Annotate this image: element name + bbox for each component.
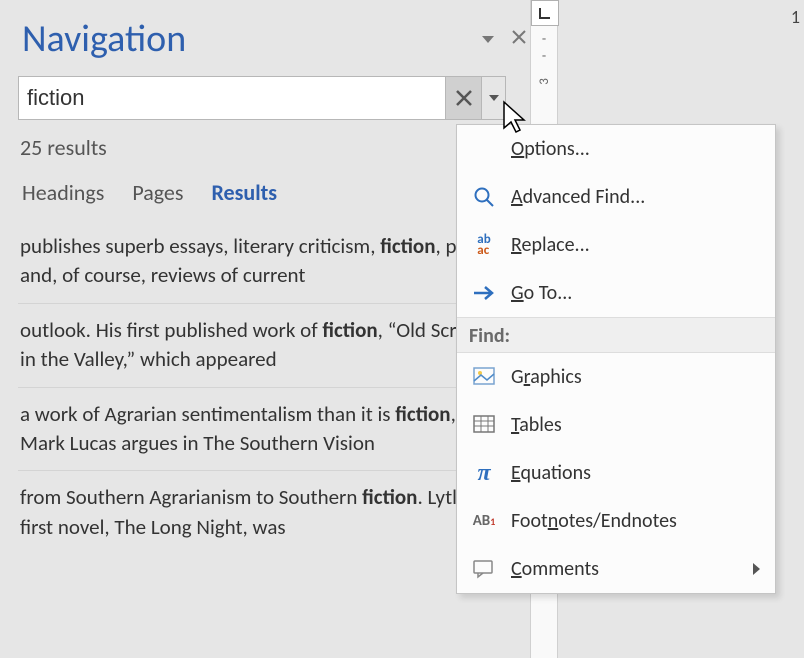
- menu-label: Graphics: [511, 365, 582, 389]
- table-icon: [471, 415, 497, 435]
- menu-label: Replace...: [511, 233, 590, 257]
- menu-label: Advanced Find...: [511, 185, 645, 209]
- pane-menu-icon[interactable]: [482, 30, 494, 49]
- menu-label: Equations: [511, 461, 591, 485]
- menu-find-graphics[interactable]: Graphics: [457, 353, 775, 401]
- menu-options[interactable]: Options...: [457, 125, 775, 173]
- result-match: fiction: [362, 484, 417, 510]
- result-text: from Southern Agrarianism to Southern: [20, 484, 362, 510]
- replace-icon: abac: [471, 234, 497, 256]
- navigation-pane: Navigation 25 results Headings Pages Res…: [0, 0, 524, 658]
- graphics-icon: [471, 367, 497, 387]
- menu-label: Comments: [511, 557, 599, 581]
- result-text: a work of Agrarian sentimentalism than i…: [20, 401, 395, 427]
- menu-find-tables[interactable]: Tables: [457, 401, 775, 449]
- result-match: fiction: [380, 233, 435, 259]
- menu-section-find: Find:: [457, 317, 775, 353]
- equation-icon: π: [471, 460, 497, 487]
- tab-results[interactable]: Results: [211, 179, 277, 206]
- search-input[interactable]: [18, 76, 446, 120]
- footnote-icon: AB1: [471, 512, 497, 530]
- menu-find-footnotes[interactable]: AB1 Footnotes/Endnotes: [457, 497, 775, 545]
- menu-advanced-find[interactable]: Advanced Find...: [457, 173, 775, 221]
- result-text: publishes superb essays, literary critic…: [20, 233, 380, 259]
- result-item[interactable]: from Southern Agrarianism to Southern fi…: [18, 471, 506, 554]
- search-options-menu: Options... Advanced Find... abac Replace…: [456, 124, 776, 594]
- nav-tabs: Headings Pages Results: [18, 179, 506, 206]
- menu-find-equations[interactable]: π Equations: [457, 449, 775, 497]
- navigation-title: Navigation: [22, 16, 506, 62]
- menu-goto[interactable]: Go To...: [457, 269, 775, 317]
- close-pane-icon[interactable]: [512, 30, 526, 49]
- arrow-right-icon: [471, 285, 497, 301]
- menu-label: Go To...: [511, 281, 572, 305]
- ruler-tick: -: [542, 30, 546, 47]
- tab-pages[interactable]: Pages: [132, 179, 183, 206]
- result-item[interactable]: publishes superb essays, literary critic…: [18, 220, 506, 304]
- tab-stop-selector[interactable]: [531, 0, 559, 26]
- menu-find-comments[interactable]: Comments: [457, 545, 775, 593]
- page-number-indicator: 1: [791, 6, 800, 28]
- search-dropdown-button[interactable]: [482, 76, 506, 120]
- result-item[interactable]: outlook. His first published work of fic…: [18, 304, 506, 388]
- search-icon: [471, 186, 497, 208]
- ruler-tick: -: [542, 47, 546, 64]
- results-list: publishes superb essays, literary critic…: [18, 220, 506, 554]
- tab-headings[interactable]: Headings: [22, 179, 104, 206]
- result-text: outlook. His first published work of: [20, 317, 322, 343]
- result-match: fiction: [395, 401, 450, 427]
- clear-search-button[interactable]: [446, 76, 482, 120]
- menu-replace[interactable]: abac Replace...: [457, 221, 775, 269]
- menu-label: Options...: [511, 137, 590, 161]
- ruler-number: 3: [537, 78, 552, 85]
- menu-label: Tables: [511, 413, 562, 437]
- comment-icon: [471, 559, 497, 579]
- result-count: 25 results: [20, 134, 504, 161]
- submenu-arrow-icon: [753, 557, 761, 581]
- result-match: fiction: [322, 317, 377, 343]
- result-item[interactable]: a work of Agrarian sentimentalism than i…: [18, 388, 506, 472]
- menu-label: Footnotes/Endnotes: [511, 509, 677, 533]
